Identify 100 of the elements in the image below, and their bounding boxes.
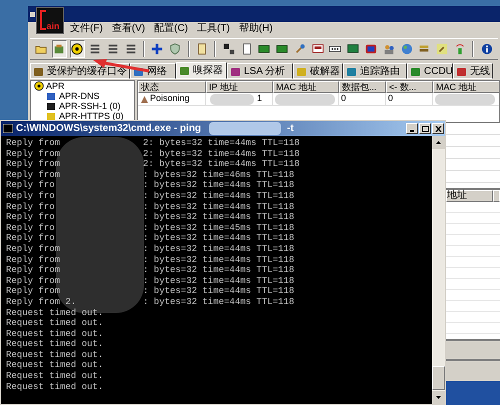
column-header[interactable]: <- 数... [386,81,433,93]
console-line: : bytes=32 time=44ms TTL=118 [143,265,294,276]
tree-item[interactable]: APR-SSH-1 (0) [34,101,134,111]
menu-item[interactable]: 文件(F) [70,22,103,34]
radiation-icon [34,81,44,91]
plus-icon [151,43,164,55]
text-lines-icon [124,43,137,55]
block-icon [222,43,235,55]
table-cell-text: 0 [341,92,346,106]
close-button[interactable] [432,123,444,134]
console-icon [3,124,13,133]
radiation-icon [71,43,84,55]
maximize-button[interactable] [419,123,431,134]
console-line: : bytes=32 time=44ms TTL=118 [143,202,294,212]
console-line: : bytes=32 time=44ms TTL=118 [143,233,294,244]
globe-icon [400,43,413,55]
console-line: : bytes=32 time=45ms TTL=118 [143,222,294,234]
toolbar-button[interactable] [70,40,85,58]
node-icon [46,111,56,121]
logo: ain [36,7,64,34]
column-header[interactable]: IP 地址 [206,81,273,93]
column-header[interactable]: 数据包... [339,81,386,93]
close-icon [434,126,442,132]
table-cell-text: 1 [256,92,262,106]
monitor-icon [312,43,324,55]
device-icon [53,43,66,55]
column-header[interactable] [493,190,500,202]
console-line: : bytes=32 time=44ms TTL=118 [143,190,294,202]
tab-icon [179,65,190,76]
menu-item[interactable]: 查看(V) [112,22,146,34]
console-line: : bytes=32 time=44ms TTL=118 [143,286,294,297]
console-line: Request timed out. [6,371,104,382]
users-icon [382,43,395,55]
node-icon [46,91,56,101]
console-line: Request timed out. [6,382,104,392]
console-line: Reply from 2. [6,296,78,308]
menu-item[interactable]: 工具(T) [197,22,230,34]
console-line: : bytes=32 time=44ms TTL=118 [143,276,294,286]
tab[interactable]: 破解器 [293,63,343,79]
scroll-thumb[interactable] [432,366,445,390]
tab-icon [410,66,421,76]
column-header[interactable]: MAC 地址 [433,81,499,93]
console-line: Reply from [6,138,62,149]
console-line: Reply fro [6,180,56,191]
console-line: Reply from [6,265,62,276]
tab-icon [456,66,467,76]
column-header[interactable]: MAC 地址 [273,81,339,93]
key-icon [436,43,448,55]
console-line: Reply from [6,244,62,255]
console-line: Reply from [6,159,62,170]
console-line: Reply fro [6,190,56,202]
console-line: Reply from [6,254,62,266]
document-icon [196,43,208,55]
console-line: Reply fro [6,212,56,223]
tab-icon [346,66,357,76]
console-line: Reply fro [6,233,56,244]
console-line: : bytes=32 time=44ms TTL=118 [143,296,294,308]
tab[interactable]: LSA 分析 [227,63,293,79]
info-icon [480,43,493,55]
folder-icon [35,43,48,55]
tab[interactable]: 网络 [130,63,176,79]
console-line: 2: bytes=32 time=44ms TTL=118 [143,138,300,149]
chip-icon [258,43,270,55]
console-line: 2: bytes=32 time=44ms TTL=118 [143,159,300,170]
tab[interactable]: 嗅探器 [176,62,227,79]
column-header[interactable]: 状态 [138,81,206,93]
console-line: : bytes=32 time=44ms TTL=118 [143,244,294,255]
tab-icon [296,66,307,76]
system-menu-icon[interactable] [30,12,35,16]
text-lines-icon [89,43,102,55]
table-cell-text: 0 [388,92,394,106]
console-line: : bytes=32 time=46ms TTL=118 [143,170,294,180]
console-line: : bytes=32 time=44ms TTL=118 [143,254,294,266]
tree-item[interactable]: APR [34,81,134,91]
console-line: 2: bytes=32 time=44ms TTL=118 [143,148,300,160]
scrollbar[interactable] [432,136,445,404]
shield-icon [169,43,182,55]
logo-bracket-icon [40,10,46,30]
taskbar [445,381,500,405]
menu-item[interactable]: 帮助(H) [238,22,273,34]
tab[interactable]: 无线 [453,63,493,79]
chip-icon [276,43,288,55]
tab[interactable]: 追踪路由 [343,63,407,79]
scroll-down-icon[interactable] [432,391,445,404]
menu-item[interactable]: 配置(C) [154,22,188,34]
column-header[interactable]: 地址 [446,190,493,202]
password-icon [329,43,342,55]
tree-item[interactable]: APR-DNS [34,91,134,101]
console-line: Reply from [6,276,62,286]
console-line: Request timed out. [6,308,104,318]
wrench-icon [294,43,306,55]
console-line: Request timed out. [6,360,104,372]
console-line: Reply from [6,286,62,297]
scroll-up-icon[interactable] [432,136,445,149]
monitor-icon [364,43,377,55]
tab-icon [230,66,241,76]
console-line: Request timed out. [6,350,104,360]
console-line: Reply from [6,148,62,160]
minimize-button[interactable] [406,123,418,134]
wireless-icon [454,43,466,55]
